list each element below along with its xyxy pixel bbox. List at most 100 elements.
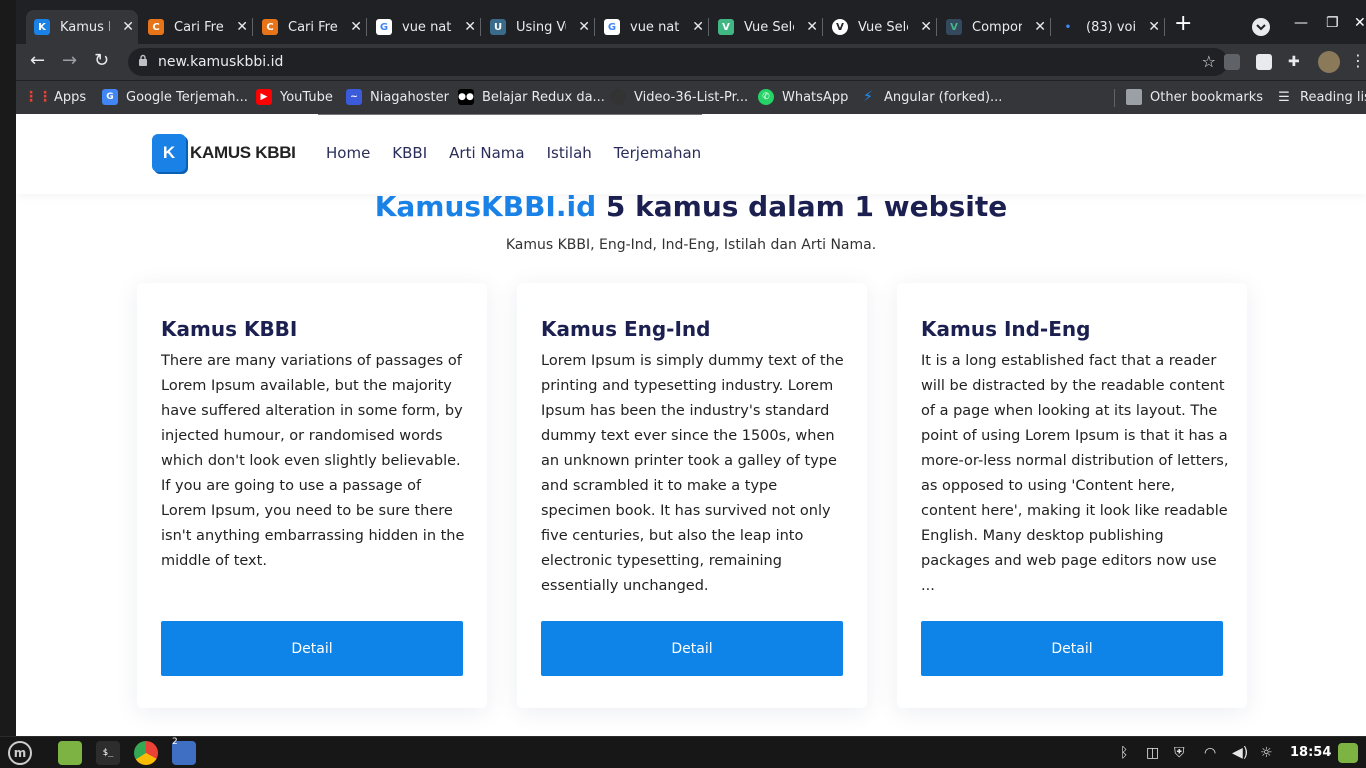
url-text: new.kamuskbbi.id (158, 54, 284, 70)
taskbar: m $_ 2 ᛒ ◫ ⛨ ◠ ◀) ☼ 18:54 (0, 736, 1366, 768)
chrome-icon[interactable] (134, 741, 158, 765)
tab-10[interactable]: • (83) voic ✕ (1052, 10, 1165, 44)
close-tab-icon[interactable]: ✕ (920, 19, 932, 35)
hero-brand: KamusKBBI.id (374, 190, 597, 223)
tab-title: Using Vu (516, 19, 566, 35)
close-tab-icon[interactable]: ✕ (236, 19, 248, 35)
close-tab-icon[interactable]: ✕ (1034, 19, 1046, 35)
screenshot-icon[interactable]: 2 (172, 737, 196, 765)
tab-title: Vue Sele (744, 19, 794, 35)
tab-separator (936, 18, 937, 36)
shield-icon[interactable]: ⛨ (1174, 745, 1185, 761)
bookmark-other[interactable]: Other bookmarks (1126, 89, 1263, 105)
bookmark-google-translate[interactable]: G Google Terjemah... (102, 89, 248, 105)
bookmark-apps[interactable]: ⋮⋮ Apps (24, 89, 87, 105)
puzzle-icon[interactable]: ✚ (1288, 54, 1304, 70)
tab-title: Vue Sele (858, 19, 908, 35)
bookmark-label: Angular (forked)... (884, 89, 1003, 105)
bookmark-reading-list[interactable]: ☰ Reading list (1276, 89, 1366, 105)
hero-title: KamusKBBI.id 5 kamus dalam 1 website (16, 190, 1366, 223)
detail-button[interactable]: Detail (541, 621, 843, 676)
lock-icon (138, 54, 148, 70)
tab-search-icon[interactable] (1252, 18, 1270, 36)
tab-title: (83) voic (1086, 19, 1136, 35)
files-icon[interactable] (58, 741, 82, 765)
close-tab-icon[interactable]: ✕ (122, 19, 134, 35)
bookmark-label: Niagahoster (370, 89, 449, 105)
close-tab-icon[interactable]: ✕ (578, 19, 590, 35)
bluetooth-icon[interactable]: ᛒ (1120, 745, 1128, 761)
mint-menu-icon[interactable]: m (8, 741, 32, 765)
tab-title: Cari Free (288, 19, 338, 35)
tab-7[interactable]: V Vue Sele ✕ (710, 10, 823, 44)
extension-icon[interactable] (1224, 54, 1240, 70)
bookmark-youtube[interactable]: ▶ YouTube (256, 89, 333, 105)
nav-home[interactable]: Home (326, 144, 370, 162)
close-tab-icon[interactable]: ✕ (806, 19, 818, 35)
close-tab-icon[interactable]: ✕ (350, 19, 362, 35)
close-window-icon[interactable]: ✕ (1354, 15, 1366, 31)
back-icon[interactable]: ← (30, 51, 45, 71)
tab-title: Cari Free (174, 19, 224, 35)
bookmark-label: Google Terjemah... (126, 89, 248, 105)
reading-list-icon: ☰ (1278, 89, 1290, 105)
tab-title: Kamus K (60, 19, 110, 35)
window-count-badge: 2 (172, 737, 178, 747)
profile-avatar[interactable] (1318, 51, 1340, 73)
site-logo[interactable]: K KAMUS KBBI (152, 134, 296, 172)
clock[interactable]: 18:54 (1290, 745, 1331, 760)
wifi-icon[interactable]: ◠ (1204, 745, 1216, 761)
bookmark-whatsapp[interactable]: ✆ WhatsApp (758, 89, 848, 105)
card-title: Kamus KBBI (161, 317, 298, 341)
nav-arti-nama[interactable]: Arti Nama (449, 144, 524, 162)
close-tab-icon[interactable]: ✕ (1148, 19, 1160, 35)
bookmarks-bar: ⋮⋮ Apps G Google Terjemah... ▶ YouTube ~ Nia… (16, 80, 1366, 114)
updates-icon[interactable]: ◫ (1146, 745, 1159, 761)
bookmark-star-icon[interactable]: ☆ (1202, 52, 1216, 71)
bookmark-niagahoster[interactable]: ~ Niagahoster (346, 89, 449, 105)
tab-separator (1164, 18, 1165, 36)
bookmark-label: Video-36-List-Pr... (634, 89, 749, 105)
browser-toolbar: ← → ↻ new.kamuskbbi.id ☆ ✚ ⋮ (16, 44, 1366, 80)
screen: K Kamus K ✕ C Cari Free ✕ C Cari Free ✕ … (0, 0, 1366, 768)
forward-icon[interactable]: → (62, 51, 77, 71)
nav-terjemahan[interactable]: Terjemahan (614, 144, 701, 162)
bookmark-angular[interactable]: ⚡ Angular (forked)... (860, 89, 1002, 105)
tab-separator (1050, 18, 1051, 36)
show-desktop-icon[interactable] (1338, 743, 1358, 763)
tab-4[interactable]: G vue nativ ✕ (368, 10, 481, 44)
detail-button[interactable]: Detail (161, 621, 463, 676)
extension-icon[interactable] (1256, 54, 1272, 70)
menu-icon[interactable]: ⋮ (1350, 51, 1366, 71)
maximize-icon[interactable]: ❐ (1326, 15, 1339, 31)
tab-5[interactable]: U Using Vu ✕ (482, 10, 595, 44)
tab-3[interactable]: C Cari Free ✕ (254, 10, 367, 44)
close-tab-icon[interactable]: ✕ (692, 19, 704, 35)
google-favicon-icon: G (376, 19, 392, 35)
tab-1[interactable]: K Kamus K ✕ (26, 10, 138, 44)
tab-2[interactable]: C Cari Free ✕ (140, 10, 253, 44)
bookmark-label: Apps (54, 89, 87, 105)
tab-title: vue nativ (402, 19, 452, 35)
minimize-icon[interactable]: — (1294, 15, 1308, 31)
nav-kbbi[interactable]: KBBI (392, 144, 427, 162)
tab-8[interactable]: V Vue Sele ✕ (824, 10, 937, 44)
nav-istilah[interactable]: Istilah (547, 144, 592, 162)
main-nav: Home KBBI Arti Nama Istilah Terjemahan (326, 144, 701, 162)
tab-9[interactable]: V Compor ✕ (938, 10, 1051, 44)
google-favicon-icon: G (604, 19, 620, 35)
address-bar[interactable]: new.kamuskbbi.id ☆ (128, 48, 1228, 76)
volume-icon[interactable]: ◀) (1232, 745, 1248, 761)
google-translate-icon: G (102, 89, 118, 105)
new-tab-icon[interactable]: + (1174, 13, 1192, 35)
reload-icon[interactable]: ↻ (94, 51, 109, 71)
terminal-icon[interactable]: $_ (96, 741, 120, 765)
bookmark-video-list[interactable]: Video-36-List-Pr... (610, 89, 748, 105)
close-tab-icon[interactable]: ✕ (464, 19, 476, 35)
hero-subtitle: Kamus KBBI, Eng-Ind, Ind-Eng, Istilah da… (505, 237, 877, 253)
tab-6[interactable]: G vue nativ ✕ (596, 10, 709, 44)
brightness-icon[interactable]: ☼ (1260, 745, 1273, 761)
github-icon (610, 89, 626, 105)
bookmark-redux[interactable]: ●● Belajar Redux da... (458, 89, 605, 105)
detail-button[interactable]: Detail (921, 621, 1223, 676)
